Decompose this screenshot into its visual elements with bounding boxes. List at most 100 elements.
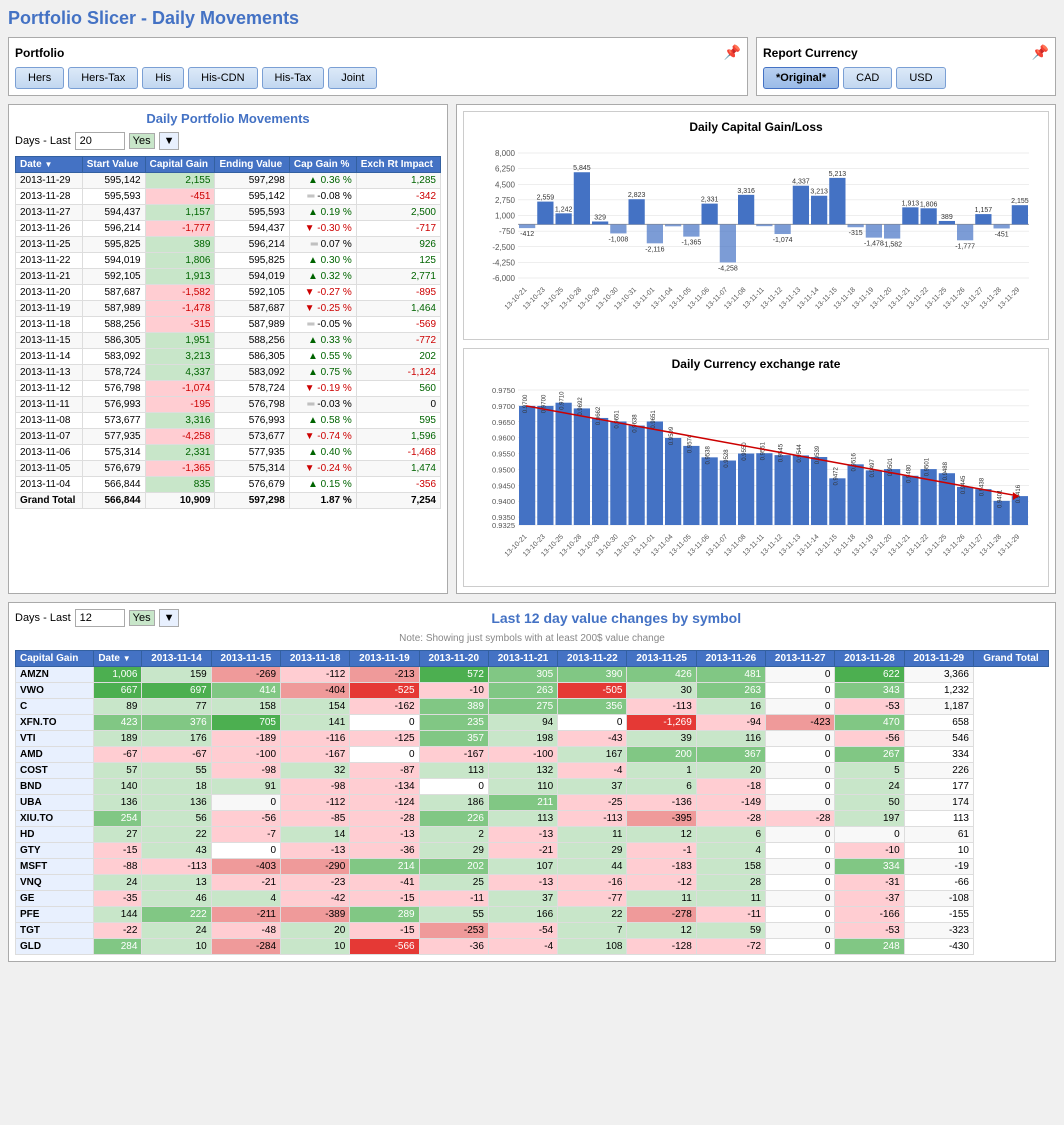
row-ending: 576,679 — [215, 477, 289, 493]
symbol-value: -13 — [281, 843, 350, 859]
symbol-value: -290 — [281, 859, 350, 875]
currency-btn-cad[interactable]: CAD — [843, 67, 892, 89]
portfolio-btn-joint[interactable]: Joint — [328, 67, 377, 89]
symbol-value: -28 — [696, 811, 765, 827]
capital-gain-title: Daily Capital Gain/Loss — [472, 120, 1040, 134]
symbol-value: 0 — [766, 859, 835, 875]
svg-text:-1,478: -1,478 — [864, 241, 884, 248]
symbol-value: -94 — [696, 715, 765, 731]
days-input[interactable] — [75, 132, 125, 150]
symbol-row: HD2722-714-132-13111260061 — [16, 827, 1049, 843]
row-gain: 835 — [145, 477, 215, 493]
symbol-value: 6 — [627, 779, 696, 795]
portfolio-btn-hers[interactable]: Hers — [15, 67, 64, 89]
symbol-value: 113 — [488, 811, 557, 827]
col-pct: Cap Gain % — [289, 157, 356, 173]
svg-text:0.9325: 0.9325 — [492, 521, 515, 530]
row-date: 2013-11-18 — [16, 317, 83, 333]
symbol-value: 481 — [696, 667, 765, 683]
movements-row: 2013-11-11 576,993 -195 576,798 ═ -0.03 … — [16, 397, 441, 413]
svg-text:0.9472: 0.9472 — [833, 466, 839, 485]
symbol-value: -136 — [627, 795, 696, 811]
gt-gain: 10,909 — [145, 493, 215, 509]
symbol-value: 13 — [142, 875, 211, 891]
row-exch: -772 — [356, 333, 440, 349]
symbol-dropdown-button[interactable]: ▼ — [159, 609, 180, 627]
symbol-value: 18 — [142, 779, 211, 795]
symbol-value: -11 — [419, 891, 488, 907]
symbol-row: PFE144222-211-3892895516622-278-110-166-… — [16, 907, 1049, 923]
row-exch: 926 — [356, 237, 440, 253]
row-exch: 1,464 — [356, 301, 440, 317]
currency-chart-title: Daily Currency exchange rate — [472, 357, 1040, 371]
symbol-name: VTI — [16, 731, 94, 747]
portfolio-btn-his-tax[interactable]: His-Tax — [262, 67, 325, 89]
symbol-value: -389 — [281, 907, 350, 923]
symbol-table-note: Note: Showing just symbols with at least… — [15, 633, 1049, 644]
symbol-value: 226 — [904, 763, 973, 779]
symbol-value: -155 — [904, 907, 973, 923]
row-pct: ▲ 0.33 % — [289, 333, 356, 349]
svg-text:-6,000: -6,000 — [492, 274, 515, 283]
symbol-value: -4 — [488, 939, 557, 955]
currency-pin-icon[interactable]: 📌 — [1032, 44, 1049, 61]
portfolio-pin-icon[interactable]: 📌 — [724, 44, 741, 61]
symbol-value: 11 — [558, 827, 627, 843]
symbol-value: -36 — [419, 939, 488, 955]
symbol-value: -7 — [211, 827, 280, 843]
symbol-value: 2 — [419, 827, 488, 843]
row-start: 573,677 — [82, 413, 145, 429]
row-exch: 1,474 — [356, 461, 440, 477]
symbol-value: 7 — [558, 923, 627, 939]
symbol-value: 235 — [419, 715, 488, 731]
symbol-value: 14 — [281, 827, 350, 843]
svg-text:0.9700: 0.9700 — [492, 402, 515, 411]
row-ending: 586,305 — [215, 349, 289, 365]
portfolio-btn-his-cdn[interactable]: His-CDN — [188, 67, 257, 89]
sym-2013-11-28: 2013-11-28 — [835, 651, 904, 667]
symbol-value: -162 — [350, 699, 419, 715]
symbol-value: 43 — [142, 843, 211, 859]
svg-text:1,157: 1,157 — [975, 207, 993, 214]
symbol-value: -166 — [835, 907, 904, 923]
row-gain: 1,913 — [145, 269, 215, 285]
symbol-value: 546 — [904, 731, 973, 747]
symbol-value: 140 — [94, 779, 142, 795]
symbol-value: 39 — [627, 731, 696, 747]
symbol-row: C8977158154-162389275356-113160-531,187 — [16, 699, 1049, 715]
dropdown-button[interactable]: ▼ — [159, 132, 180, 150]
symbol-value: 11 — [627, 891, 696, 907]
symbol-days-input[interactable] — [75, 609, 125, 627]
symbol-value: 367 — [696, 747, 765, 763]
symbol-value: -56 — [835, 731, 904, 747]
symbol-value: -88 — [94, 859, 142, 875]
symbol-value: 1 — [627, 763, 696, 779]
symbol-value: -21 — [488, 843, 557, 859]
portfolio-btn-hers-tax[interactable]: Hers-Tax — [68, 67, 138, 89]
sym-2013-11-15: 2013-11-15 — [211, 651, 280, 667]
symbol-value: 46 — [142, 891, 211, 907]
currency-btn-usd[interactable]: USD — [896, 67, 945, 89]
currency-header: Report Currency 📌 — [763, 44, 1049, 61]
symbol-value: -395 — [627, 811, 696, 827]
portfolio-label: Portfolio — [15, 46, 64, 60]
symbol-value: 159 — [142, 667, 211, 683]
symbol-value: -125 — [350, 731, 419, 747]
symbol-days-label: Days - Last — [15, 612, 71, 624]
symbol-value: 697 — [142, 683, 211, 699]
svg-text:6,250: 6,250 — [495, 165, 516, 174]
portfolio-btn-his[interactable]: His — [142, 67, 184, 89]
row-start: 583,092 — [82, 349, 145, 365]
movements-row: 2013-11-14 583,092 3,213 586,305 ▲ 0.55 … — [16, 349, 441, 365]
row-date: 2013-11-14 — [16, 349, 83, 365]
movements-row: 2013-11-29 595,142 2,155 597,298 ▲ 0.36 … — [16, 173, 441, 189]
symbol-value: -423 — [766, 715, 835, 731]
row-pct: ▼ -0.30 % — [289, 221, 356, 237]
symbol-value: -10 — [419, 683, 488, 699]
symbol-value: 55 — [419, 907, 488, 923]
col-start: Start Value — [82, 157, 145, 173]
row-start: 595,825 — [82, 237, 145, 253]
sym-2013-11-20: 2013-11-20 — [419, 651, 488, 667]
currency-btn-original[interactable]: *Original* — [763, 67, 839, 89]
svg-text:5,213: 5,213 — [829, 171, 847, 178]
